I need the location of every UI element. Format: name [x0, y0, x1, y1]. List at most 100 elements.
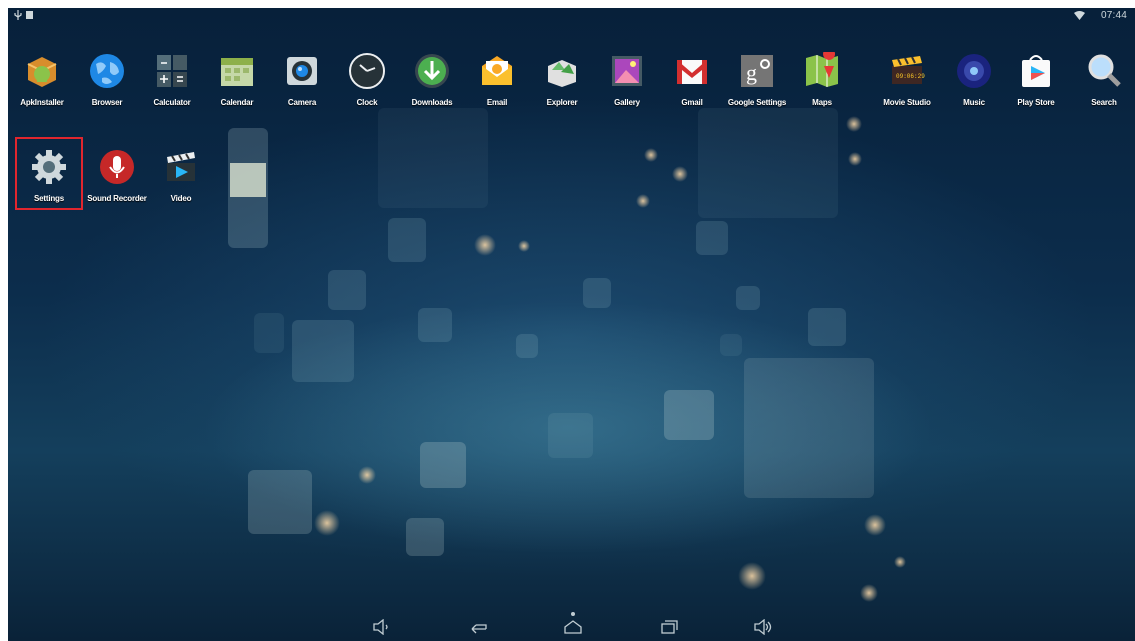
microphone-icon: [98, 148, 136, 186]
status-bar: 07:44: [8, 8, 1135, 24]
wallpaper-shape: [720, 334, 742, 356]
navigation-bar: [8, 611, 1135, 641]
wallpaper-dot: [518, 240, 530, 252]
app-label: Downloads: [411, 98, 453, 107]
app-label: Email: [486, 98, 508, 107]
app-explorer[interactable]: Explorer: [531, 52, 593, 107]
app-movie-studio[interactable]: 09:06:29 Movie Studio: [876, 52, 938, 107]
wallpaper-shape: [548, 413, 593, 458]
wallpaper-dot: [314, 510, 340, 536]
app-sound-recorder[interactable]: Sound Recorder: [86, 148, 148, 203]
app-apkinstaller[interactable]: ApkInstaller: [11, 52, 73, 107]
notification-icon: [26, 11, 33, 19]
explorer-icon: [543, 52, 581, 90]
app-label: Camera: [287, 98, 317, 107]
wallpaper-dot: [358, 466, 376, 484]
app-music[interactable]: Music: [943, 52, 1005, 107]
camera-icon: [283, 52, 321, 90]
app-email[interactable]: Email: [466, 52, 528, 107]
app-label: Search: [1091, 98, 1117, 107]
google-settings-icon: g: [738, 52, 776, 90]
app-label: Calculator: [153, 98, 191, 107]
app-clock[interactable]: Clock: [336, 52, 398, 107]
wallpaper-shape: [744, 358, 874, 498]
app-gmail[interactable]: Gmail: [661, 52, 723, 107]
app-browser[interactable]: Browser: [76, 52, 138, 107]
app-label: Movie Studio: [883, 98, 931, 107]
app-label: Browser: [91, 98, 123, 107]
app-label: Calendar: [220, 98, 254, 107]
wallpaper-shape: [696, 221, 728, 255]
maps-icon: [803, 48, 841, 90]
app-label: Gallery: [614, 98, 640, 107]
app-label: Maps: [812, 98, 832, 107]
wallpaper-shape: [406, 518, 444, 556]
app-play-store[interactable]: Play Store: [1005, 52, 1067, 107]
usb-icon: [14, 10, 22, 20]
wallpaper-dot: [672, 166, 688, 182]
svg-text:09:06:29: 09:06:29: [896, 73, 925, 80]
app-label: Clock: [356, 98, 378, 107]
app-google-settings[interactable]: g Google Settings: [726, 52, 788, 107]
wallpaper-dot: [636, 194, 650, 208]
app-label: Play Store: [1017, 98, 1055, 107]
wallpaper-shape: [516, 334, 538, 358]
wallpaper-shape: [418, 308, 452, 342]
gallery-icon: [608, 52, 646, 90]
app-label: Video: [170, 194, 192, 203]
wallpaper-dot: [474, 234, 496, 256]
wallpaper-shape: [388, 218, 426, 262]
app-label: Gmail: [681, 98, 703, 107]
wallpaper-dot: [860, 584, 878, 602]
search-icon: [1085, 52, 1123, 90]
clock-icon: [348, 52, 386, 90]
volume-down-icon[interactable]: [372, 619, 392, 635]
email-icon: [478, 52, 516, 90]
wallpaper-shape: [292, 320, 354, 382]
app-label: Google Settings: [727, 98, 787, 107]
wallpaper-shape: [698, 108, 838, 218]
wallpaper-shape: [420, 442, 466, 488]
gmail-icon: [673, 52, 711, 90]
wallpaper-dot: [894, 556, 906, 568]
wallpaper-shape: [248, 470, 312, 534]
home-screen: 07:44 ApkInstaller Browser Calculator Ca…: [8, 8, 1135, 641]
wallpaper-dot: [848, 152, 862, 166]
app-gallery[interactable]: Gallery: [596, 52, 658, 107]
wallpaper-shape: [736, 286, 760, 310]
app-settings[interactable]: Settings: [18, 148, 80, 203]
wallpaper-dot: [738, 562, 766, 590]
app-calculator[interactable]: Calculator: [141, 52, 203, 107]
wallpaper-shape: [664, 390, 714, 440]
app-label: Settings: [34, 194, 64, 203]
video-clapper-icon: [162, 148, 200, 186]
back-icon[interactable]: [468, 619, 488, 635]
app-label: Music: [963, 98, 985, 107]
calendar-icon: [218, 52, 256, 90]
app-video[interactable]: Video: [150, 148, 212, 203]
status-time: 07:44: [1100, 10, 1127, 21]
home-icon[interactable]: [563, 619, 583, 635]
app-label: Explorer: [546, 98, 578, 107]
app-downloads[interactable]: Downloads: [401, 52, 463, 107]
wallpaper-dot: [864, 514, 886, 536]
wallpaper-shape: [583, 278, 611, 308]
app-maps[interactable]: Maps: [791, 48, 853, 107]
svg-text:g: g: [746, 60, 757, 85]
app-calendar[interactable]: Calendar: [206, 52, 268, 107]
wallpaper-shape: [808, 308, 846, 346]
app-search[interactable]: Search: [1073, 52, 1135, 107]
volume-up-icon[interactable]: [753, 619, 773, 635]
downloads-icon: [413, 52, 451, 90]
browser-globe-icon: [88, 52, 126, 90]
movie-studio-icon: 09:06:29: [888, 52, 926, 90]
music-icon: [955, 52, 993, 90]
recents-icon[interactable]: [659, 619, 679, 635]
wallpaper-shape: [254, 313, 284, 353]
app-camera[interactable]: Camera: [271, 52, 333, 107]
wallpaper-dot: [846, 116, 862, 132]
dragged-item-placeholder: [230, 163, 266, 197]
apkinstaller-icon: [23, 52, 61, 90]
gear-icon: [30, 148, 68, 186]
wallpaper-dot: [644, 148, 658, 162]
